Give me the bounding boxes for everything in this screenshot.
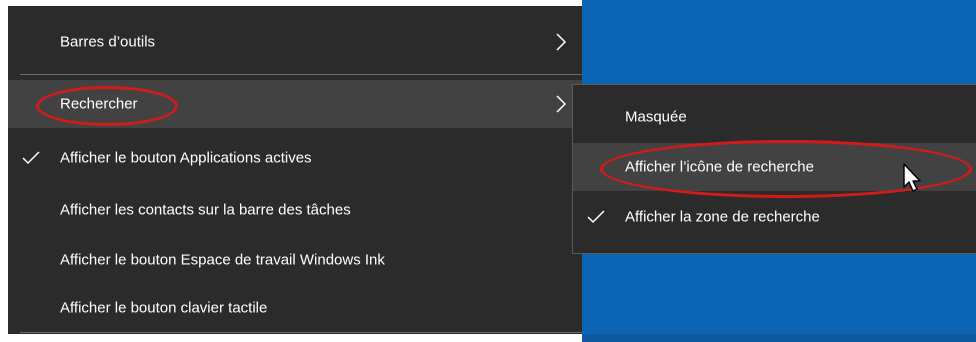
menu-item-label: Afficher le bouton Espace de travail Win…	[60, 251, 385, 269]
taskbar-context-menu: Barres d’outils Rechercher Afficher le b…	[8, 6, 582, 334]
menu-item-toolbars[interactable]: Barres d’outils	[8, 18, 582, 66]
menu-item-show-windows-ink[interactable]: Afficher le bouton Espace de travail Win…	[8, 236, 582, 284]
taskbar-edge	[582, 334, 976, 342]
menu-item-show-touch-keyboard[interactable]: Afficher le bouton clavier tactile	[8, 284, 582, 332]
menu-item-label: Afficher le bouton clavier tactile	[60, 299, 268, 317]
checkmark-icon	[22, 151, 40, 165]
chevron-right-icon	[556, 33, 567, 51]
menu-item-search[interactable]: Rechercher	[8, 80, 582, 128]
checkmark-icon	[587, 210, 605, 224]
submenu-item-hidden[interactable]: Masquée	[573, 93, 976, 141]
menu-item-label: Barres d’outils	[60, 33, 156, 51]
submenu-item-label: Afficher l’icône de recherche	[625, 158, 814, 176]
submenu-item-label: Masquée	[625, 108, 687, 126]
chevron-right-icon	[556, 95, 567, 113]
menu-separator	[20, 332, 582, 333]
mouse-cursor-icon	[903, 163, 921, 192]
submenu-item-show-search-box[interactable]: Afficher la zone de recherche	[573, 193, 976, 241]
frame-edge	[0, 334, 582, 342]
menu-item-show-people[interactable]: Afficher les contacts sur la barre des t…	[8, 186, 582, 234]
menu-item-label: Afficher les contacts sur la barre des t…	[60, 201, 351, 219]
menu-item-show-task-view[interactable]: Afficher le bouton Applications actives	[8, 134, 582, 182]
menu-item-label: Rechercher	[60, 95, 138, 113]
menu-item-label: Afficher le bouton Applications actives	[60, 149, 312, 167]
submenu-item-label: Afficher la zone de recherche	[625, 208, 820, 226]
menu-separator	[20, 74, 582, 75]
